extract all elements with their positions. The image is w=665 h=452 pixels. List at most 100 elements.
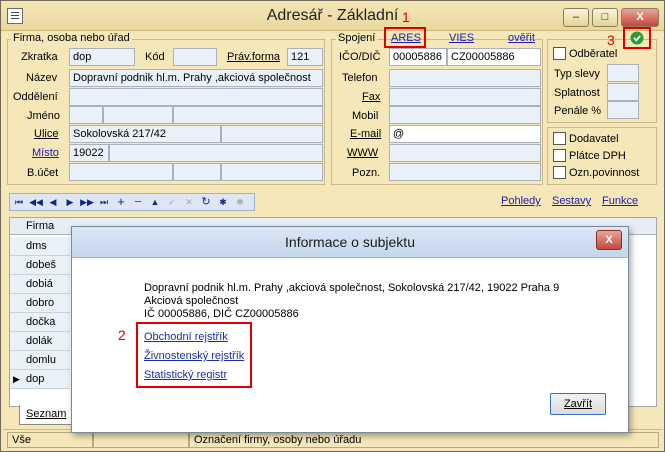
subject-info-dialog: Informace o subjektu X Dopravní podnik h… <box>71 226 629 433</box>
spojeni-legend: Spojení <box>336 32 378 44</box>
zkratka-label: Zkratka <box>21 51 58 63</box>
subject-address: Dopravní podnik hl.m. Prahy ,akciová spo… <box>144 282 560 294</box>
annotation-number-3: 3 <box>607 32 615 48</box>
status-indicator <box>93 432 189 448</box>
next-page-icon[interactable]: ▶▶ <box>80 195 94 209</box>
kod-field[interactable] <box>173 48 217 66</box>
pravforma-field[interactable]: 121 <box>287 48 323 66</box>
zkratka-field[interactable]: dop <box>69 48 135 66</box>
table-row[interactable]: ▶ dop <box>10 370 70 389</box>
typ-slevy-field[interactable] <box>607 64 639 82</box>
table-row[interactable]: dolák <box>10 332 70 351</box>
kod-label: Kód <box>145 51 165 63</box>
edit-record-icon[interactable]: ▲ <box>148 195 162 209</box>
dialog-title: Informace o subjektu <box>285 234 415 250</box>
title-bar[interactable]: Adresář - Základní – □ X <box>1 1 664 31</box>
tab-seznam[interactable]: Seznam <box>19 405 77 425</box>
obchodni-rejstrik-link[interactable]: Obchodní rejstřík <box>144 331 228 343</box>
table-row[interactable]: dobiá <box>10 275 70 294</box>
platce-dph-label: Plátce DPH <box>569 150 626 162</box>
misto-field[interactable] <box>109 144 323 162</box>
annotation-number-1: 1 <box>402 9 410 25</box>
jmeno-title-field[interactable] <box>69 106 103 124</box>
fax-label[interactable]: Fax <box>362 91 380 103</box>
dialog-close-button[interactable]: X <box>596 230 622 250</box>
filter-icon[interactable]: ✱ <box>216 195 230 209</box>
telefon-field[interactable] <box>389 69 541 87</box>
nazev-field[interactable]: Dopravní podnik hl.m. Prahy ,akciová spo… <box>69 69 323 87</box>
jmeno-first-field[interactable] <box>103 106 173 124</box>
bucet-extra-field[interactable] <box>221 163 323 181</box>
email-field[interactable]: @ <box>389 125 541 143</box>
odberatel-label: Odběratel <box>569 48 618 60</box>
bucet-field[interactable] <box>69 163 173 181</box>
current-row-indicator-icon: ▶ <box>13 374 20 384</box>
check-ok-icon[interactable] <box>630 31 644 45</box>
nazev-label: Název <box>26 72 58 84</box>
confirm-icon[interactable]: ✓ <box>165 195 179 209</box>
row-firma: dobiá <box>26 278 53 290</box>
table-row[interactable]: dobro <box>10 294 70 313</box>
row-firma: dms <box>26 240 47 252</box>
www-field[interactable] <box>389 144 541 162</box>
zivnostensky-rejstrik-link[interactable]: Živnostenský rejstřík <box>144 350 244 362</box>
table-row[interactable]: dms <box>10 237 70 256</box>
statisticky-registr-link[interactable]: Statistický registr <box>144 369 227 381</box>
delete-record-icon[interactable]: − <box>131 195 145 209</box>
row-firma: dobro <box>26 297 55 309</box>
pravforma-label[interactable]: Práv.forma <box>227 51 280 63</box>
table-row[interactable]: dobeš <box>10 256 70 275</box>
funkce-link[interactable]: Funkce <box>602 195 638 207</box>
record-navigation-toolbar: ⏮ ◀◀ ◀ ▶ ▶▶ ⏭ + − ▲ ✓ ✕ ↻ ✱ ✱ <box>9 193 255 211</box>
dodavatel-label: Dodavatel <box>569 133 619 145</box>
table-row[interactable]: domlu <box>10 351 70 370</box>
misto-label[interactable]: Místo <box>32 147 59 159</box>
ozn-povinnost-checkbox[interactable] <box>553 166 566 179</box>
oddeleni-field[interactable] <box>69 88 323 106</box>
pohledy-link[interactable]: Pohledy <box>501 195 541 207</box>
fax-field[interactable] <box>389 88 541 106</box>
prev-page-icon[interactable]: ◀◀ <box>29 195 43 209</box>
odberatel-checkbox[interactable] <box>553 47 566 60</box>
prev-record-icon[interactable]: ◀ <box>46 195 60 209</box>
email-label[interactable]: E-mail <box>350 128 381 140</box>
ulice-field[interactable]: Sokolovská 217/42 <box>69 125 221 143</box>
sestavy-link[interactable]: Sestavy <box>552 195 591 207</box>
zavrit-button[interactable]: Zavřít <box>550 393 606 415</box>
row-firma: dop <box>26 373 45 385</box>
zavrit-button-label: Zavřít <box>563 398 593 410</box>
next-record-icon[interactable]: ▶ <box>63 195 77 209</box>
column-firma-header[interactable]: Firma <box>26 220 54 232</box>
tab-seznam-label: Seznam <box>26 408 67 420</box>
mobil-field[interactable] <box>389 106 541 124</box>
first-record-icon[interactable]: ⏮ <box>12 195 26 209</box>
ulice-label[interactable]: Ulice <box>34 128 58 140</box>
bucet-kod-field[interactable] <box>173 163 221 181</box>
pozn-field[interactable] <box>389 163 541 181</box>
jmeno-last-field[interactable] <box>173 106 323 124</box>
platce-dph-checkbox[interactable] <box>553 149 566 162</box>
overit-link[interactable]: ověřit <box>508 32 535 44</box>
pozn-label: Pozn. <box>352 167 381 179</box>
www-label[interactable]: WWW <box>347 147 378 159</box>
filter-off-icon[interactable]: ✱ <box>233 195 247 209</box>
minimize-button[interactable]: – <box>563 8 589 27</box>
last-record-icon[interactable]: ⏭ <box>97 195 111 209</box>
ico-label: IČO/DIČ <box>339 51 381 63</box>
psc-field[interactable]: 19022 <box>69 144 109 162</box>
add-record-icon[interactable]: + <box>114 195 128 209</box>
splatnost-field[interactable] <box>607 83 639 101</box>
dialog-title-bar[interactable]: Informace o subjektu X <box>72 227 628 258</box>
ico-field[interactable]: 00005886 <box>389 48 447 66</box>
window-close-button[interactable]: X <box>621 8 659 27</box>
maximize-button[interactable]: □ <box>592 8 618 27</box>
cancel-icon[interactable]: ✕ <box>182 195 196 209</box>
annotation-box-1 <box>384 27 426 48</box>
refresh-icon[interactable]: ↻ <box>199 195 213 209</box>
dodavatel-checkbox[interactable] <box>553 132 566 145</box>
penale-field[interactable] <box>607 101 639 119</box>
vies-link[interactable]: VIES <box>449 32 474 44</box>
dic-field[interactable]: CZ00005886 <box>447 48 541 66</box>
table-row[interactable]: dočka <box>10 313 70 332</box>
ulice-extra-field[interactable] <box>221 125 323 143</box>
